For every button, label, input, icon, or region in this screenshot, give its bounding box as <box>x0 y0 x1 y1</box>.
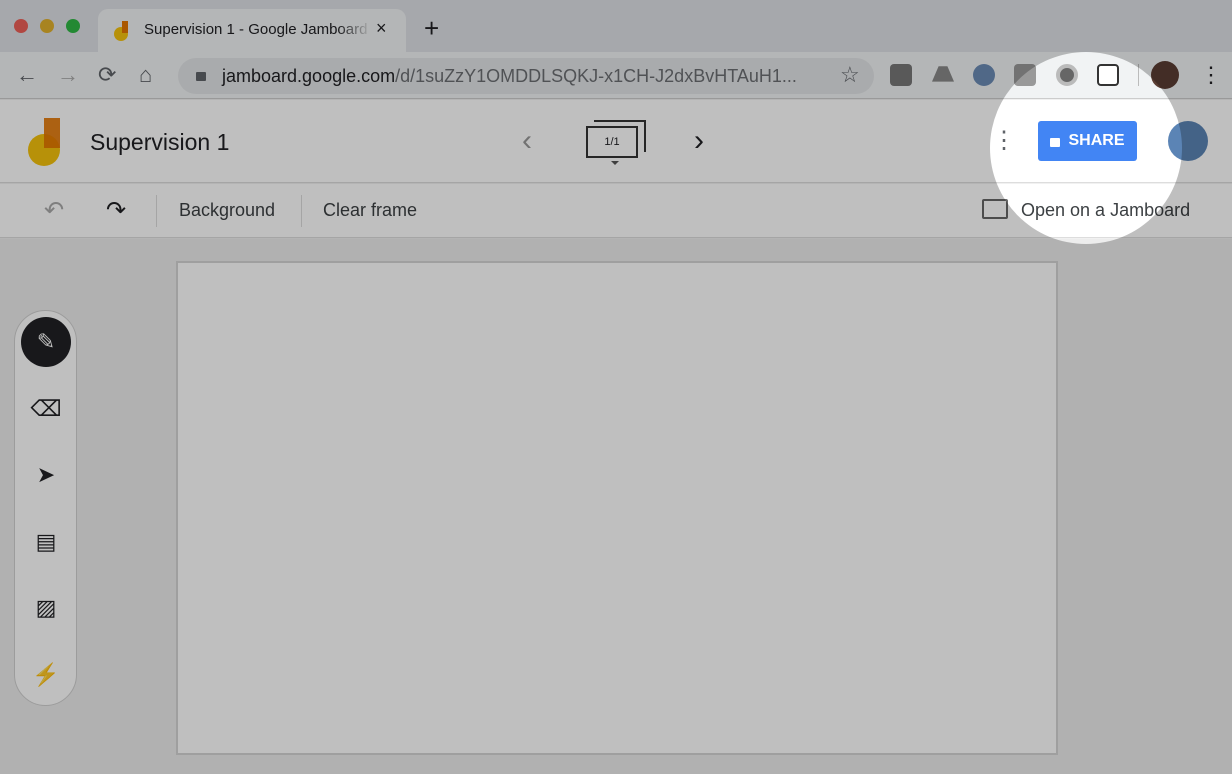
share-label: SHARE <box>1068 132 1125 149</box>
profile-avatar[interactable] <box>1151 61 1179 89</box>
frame-bar-button[interactable]: 1/1 <box>586 120 648 165</box>
forward-icon[interactable]: → <box>57 62 79 88</box>
back-icon[interactable]: ← <box>16 62 38 88</box>
redo-icon[interactable]: ↷ <box>106 196 126 225</box>
previous-frame-button[interactable]: ‹ <box>522 124 532 158</box>
lock-icon <box>1050 138 1061 147</box>
jam-title[interactable]: Supervision 1 <box>90 129 229 156</box>
pen-icon: ✎ <box>36 329 56 354</box>
user-avatar[interactable] <box>1168 121 1208 161</box>
browser-tab-bar: Supervision 1 - Google Jamboard × + <box>0 0 1232 52</box>
sticky-note-icon: ▤ <box>35 529 57 554</box>
bookmark-star-icon[interactable]: ☆ <box>840 62 860 88</box>
minimize-window-button[interactable] <box>40 19 54 33</box>
close-window-button[interactable] <box>14 19 28 33</box>
divider <box>156 195 157 227</box>
image-icon: ▨ <box>35 595 57 620</box>
next-frame-button[interactable]: › <box>694 124 704 158</box>
jamboard-favicon-icon <box>114 21 132 41</box>
select-tool[interactable]: ➤ <box>21 450 71 500</box>
browser-menu-icon[interactable]: ⋮ <box>1200 62 1222 88</box>
toolbar-divider <box>1138 64 1139 86</box>
cast-screen-icon <box>982 199 1008 219</box>
circle-extension-icon[interactable] <box>1056 64 1078 86</box>
dropdown-arrow-icon <box>611 161 619 169</box>
whiteboard-frame[interactable] <box>176 261 1058 755</box>
select-icon: ➤ <box>36 462 56 487</box>
drive-extension-icon[interactable] <box>932 66 954 82</box>
frame-toolbar: ↶ ↷ Background Clear frame Open on a Jam… <box>0 184 1232 238</box>
url-path: /d/1suZzY1OMDDLSQKJ-x1CH-J2dxBvHTAuH1... <box>395 66 797 86</box>
extension-icon[interactable] <box>973 64 995 86</box>
laser-tool[interactable]: ⚡ <box>21 650 71 700</box>
share-button[interactable]: SHARE <box>1038 121 1137 161</box>
address-bar[interactable]: jamboard.google.com/d/1suZzY1OMDDLSQKJ-x… <box>178 58 874 94</box>
browser-toolbar: ← → ⟳ ⌂ jamboard.google.com/d/1suZzY1OMD… <box>0 52 1232 99</box>
maximize-window-button[interactable] <box>66 19 80 33</box>
frame-counter: 1/1 <box>586 126 638 158</box>
clear-frame-button[interactable]: Clear frame <box>323 200 417 221</box>
pen-tool[interactable]: ✎ <box>21 317 71 367</box>
google-plus-extension-icon[interactable] <box>890 64 912 86</box>
tab-title: Supervision 1 - Google Jamboard <box>144 21 368 38</box>
reload-icon[interactable]: ⟳ <box>98 62 116 88</box>
sticky-note-tool[interactable]: ▤ <box>21 517 71 567</box>
tab-close-icon[interactable]: × <box>376 18 387 39</box>
divider <box>301 195 302 227</box>
camera-extension-icon[interactable] <box>1014 64 1036 86</box>
home-icon[interactable]: ⌂ <box>139 62 152 88</box>
background-button[interactable]: Background <box>179 200 275 221</box>
open-on-jamboard-button[interactable]: Open on a Jamboard <box>1021 200 1190 221</box>
new-tab-button[interactable]: + <box>424 15 439 41</box>
eraser-icon: ⌫ <box>30 396 62 421</box>
image-tool[interactable]: ▨ <box>21 583 71 633</box>
eraser-tool[interactable]: ⌫ <box>21 384 71 434</box>
lock-icon <box>196 72 206 81</box>
more-options-icon[interactable]: ⋮ <box>992 126 1016 155</box>
browser-tab[interactable]: Supervision 1 - Google Jamboard × <box>98 9 406 52</box>
copy-extension-icon[interactable] <box>1097 64 1119 86</box>
undo-icon[interactable]: ↶ <box>44 196 64 225</box>
tool-palette: ✎ ⌫ ➤ ▤ ▨ ⚡ <box>14 310 77 706</box>
url-text: jamboard.google.com/d/1suZzY1OMDDLSQKJ-x… <box>222 66 797 87</box>
jamboard-logo <box>28 118 62 166</box>
laser-icon: ⚡ <box>32 662 60 687</box>
url-host: jamboard.google.com <box>222 66 396 86</box>
